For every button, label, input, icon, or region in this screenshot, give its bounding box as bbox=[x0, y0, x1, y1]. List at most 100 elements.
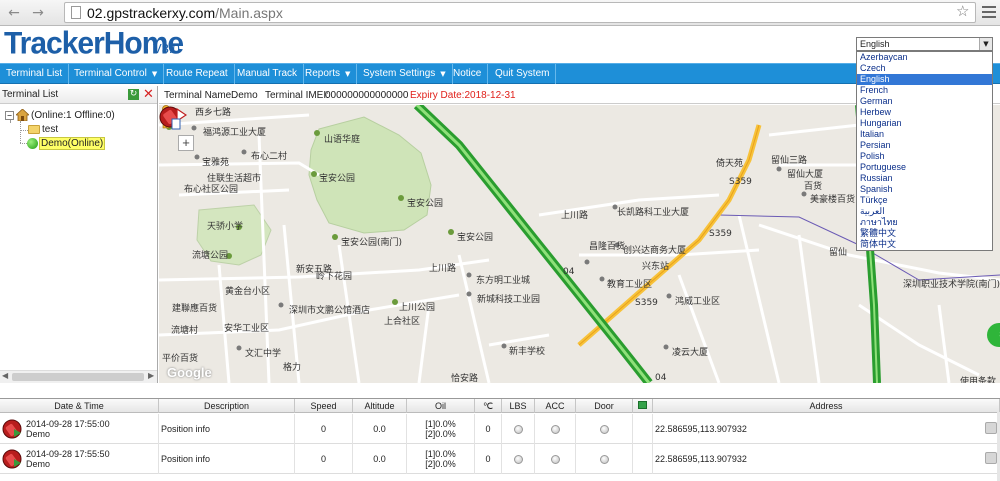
door-indicator-icon bbox=[599, 454, 609, 464]
map-place-label: 山语华庭 bbox=[324, 135, 361, 145]
language-option[interactable]: German bbox=[857, 96, 992, 107]
horizontal-scrollbar[interactable]: ◀ ▶ bbox=[0, 370, 157, 383]
tree-device-demo[interactable]: Demo(Online) bbox=[39, 137, 106, 150]
toolbar-item-terminal-list[interactable]: Terminal List bbox=[0, 64, 70, 84]
column-header[interactable]: Description bbox=[159, 399, 295, 413]
language-option[interactable]: Italian bbox=[857, 129, 992, 140]
page: ← → 02.gpstrackerxy.com/Main.aspx ☆ Trac… bbox=[0, 0, 1000, 481]
table-row[interactable]: 2014-09-28 17:55:50 Demo Position info 0 0.0… bbox=[0, 444, 1000, 474]
toolbar-item-manual-track[interactable]: Manual Track bbox=[231, 64, 305, 84]
toolbar-item-label: Terminal Control bbox=[74, 68, 147, 79]
toolbar-item-terminal-control[interactable]: Terminal Control ▼ bbox=[68, 64, 165, 84]
map-place-label: 留仙三路 bbox=[771, 156, 808, 166]
toolbar-item-reports[interactable]: Reports ▼ bbox=[299, 64, 358, 84]
date-time-text: 2014-09-28 17:55:00 Demo bbox=[26, 419, 110, 439]
toolbar-item-label: Route Repeat bbox=[166, 68, 228, 79]
language-option[interactable]: العربية bbox=[857, 206, 992, 217]
language-option[interactable]: Herbew bbox=[857, 107, 992, 118]
cell-door bbox=[576, 444, 633, 474]
map-place-label: S359 bbox=[635, 298, 658, 308]
close-icon[interactable]: ✕ bbox=[143, 87, 154, 102]
map-place-label: 创兴达商务大厦 bbox=[623, 246, 687, 256]
map-place-label: 西乡七路 bbox=[195, 108, 232, 118]
toolbar-item-quit-system[interactable]: Quit System bbox=[489, 64, 557, 84]
column-header[interactable]: Door bbox=[576, 399, 633, 413]
language-select[interactable]: English ▼ bbox=[856, 37, 993, 51]
main-toolbar: Terminal List Terminal Control ▼ Route Repe… bbox=[0, 63, 1000, 84]
column-header[interactable]: Altitude bbox=[353, 399, 407, 413]
map-place-label: 留仙 bbox=[829, 248, 848, 258]
cell-date-time: 2014-09-28 17:55:00 Demo bbox=[0, 414, 159, 444]
cell-temperature: 0 bbox=[475, 444, 502, 474]
tree-group-test[interactable]: test bbox=[42, 124, 58, 135]
row-action-button[interactable] bbox=[985, 422, 997, 434]
column-header[interactable]: LBS bbox=[502, 399, 535, 413]
column-header[interactable] bbox=[633, 399, 653, 413]
hamburger-menu-icon[interactable] bbox=[982, 6, 996, 18]
column-header[interactable]: ACC bbox=[535, 399, 576, 413]
google-logo: Google bbox=[167, 365, 212, 380]
address-bar[interactable]: 02.gpstrackerxy.com/Main.aspx bbox=[64, 2, 976, 23]
map-place-label: 安华工业区 bbox=[224, 324, 270, 334]
map-place-label: 上川路 bbox=[561, 211, 589, 221]
map-place-label: S359 bbox=[729, 177, 752, 187]
address-value: 22.586595,113.907932 bbox=[655, 424, 747, 434]
column-header[interactable]: Date & Time bbox=[0, 399, 159, 413]
language-option[interactable]: Polish bbox=[857, 151, 992, 162]
position-table: Date & Time Description Speed Altitude Oil ℃ L… bbox=[0, 398, 1000, 481]
language-option[interactable]: Persian bbox=[857, 140, 992, 151]
language-option[interactable]: 简体中文 bbox=[857, 239, 992, 250]
map-place-label: 文汇中学 bbox=[245, 349, 282, 359]
language-option[interactable]: Hungarian bbox=[857, 118, 992, 129]
map-place-label: 使用条款 bbox=[960, 377, 997, 383]
forward-arrow-icon[interactable]: → bbox=[30, 5, 46, 21]
language-option[interactable]: 繁體中文 bbox=[857, 228, 992, 239]
zoom-in-button[interactable]: + bbox=[178, 135, 194, 151]
toolbar-item-system-settings[interactable]: System Settings ▼ bbox=[357, 64, 453, 84]
language-option[interactable]: Azerbaycan bbox=[857, 52, 992, 63]
language-dropdown-list: Azerbaycan Czech English French German Herbew… bbox=[856, 51, 993, 251]
vehicle-icon bbox=[2, 449, 22, 469]
chevron-down-icon[interactable]: ▼ bbox=[979, 38, 992, 50]
language-option[interactable]: English bbox=[857, 74, 992, 85]
map-place-label: 新城科技工业园 bbox=[477, 295, 541, 305]
language-option[interactable]: French bbox=[857, 85, 992, 96]
cell-altitude: 0.0 bbox=[353, 414, 407, 444]
cell-oil: [1]0.0% [2]0.0% bbox=[407, 444, 475, 474]
bookmark-star-icon[interactable]: ☆ bbox=[956, 2, 969, 20]
map-place-label: 深圳市文鹏公馆酒店 bbox=[289, 306, 371, 316]
cell-acc bbox=[535, 414, 576, 444]
cell-lbs bbox=[502, 414, 535, 444]
tree-root-status[interactable]: (Online:1 Offline:0) bbox=[31, 110, 115, 121]
map-place-label: 教育工业区 bbox=[607, 280, 653, 290]
toolbar-item-route-repeat[interactable]: Route Repeat bbox=[160, 64, 235, 84]
scrollbar-thumb[interactable] bbox=[12, 373, 144, 381]
cell-speed: 0 bbox=[295, 444, 353, 474]
scroll-left-icon[interactable]: ◀ bbox=[2, 371, 8, 380]
column-header[interactable]: ℃ bbox=[475, 399, 502, 413]
column-settings-icon[interactable] bbox=[638, 401, 647, 409]
language-option[interactable]: ภาษาไทย bbox=[857, 217, 992, 228]
table-row[interactable]: 2014-09-28 17:55:00 Demo Position info 0 0.0… bbox=[0, 414, 1000, 444]
back-arrow-icon[interactable]: ← bbox=[6, 5, 22, 21]
table-header: Date & Time Description Speed Altitude Oil ℃ L… bbox=[0, 399, 1000, 413]
language-option[interactable]: Czech bbox=[857, 63, 992, 74]
toolbar-item-notice[interactable]: Notice bbox=[447, 64, 489, 84]
map-place-label: 流塘公园 bbox=[192, 251, 229, 261]
column-header[interactable]: Oil bbox=[407, 399, 475, 413]
language-selected: English bbox=[860, 39, 890, 49]
column-header[interactable]: Speed bbox=[295, 399, 353, 413]
language-option[interactable]: Spanish bbox=[857, 184, 992, 195]
row-action-button[interactable] bbox=[985, 452, 997, 464]
chevron-down-icon: ▼ bbox=[440, 70, 446, 78]
vehicle-marker-icon[interactable] bbox=[159, 105, 187, 131]
tree-collapse-toggle[interactable]: − bbox=[5, 111, 14, 120]
language-option[interactable]: Türkçe bbox=[857, 195, 992, 206]
column-header[interactable]: Address bbox=[653, 399, 1000, 413]
refresh-icon[interactable]: ↻ bbox=[128, 89, 139, 100]
language-option[interactable]: Russian bbox=[857, 173, 992, 184]
scroll-right-icon[interactable]: ▶ bbox=[148, 371, 154, 380]
map-place-label: 岭下花园 bbox=[316, 272, 353, 282]
map-place-label: 百货 bbox=[804, 182, 823, 192]
language-option[interactable]: Portuguese bbox=[857, 162, 992, 173]
